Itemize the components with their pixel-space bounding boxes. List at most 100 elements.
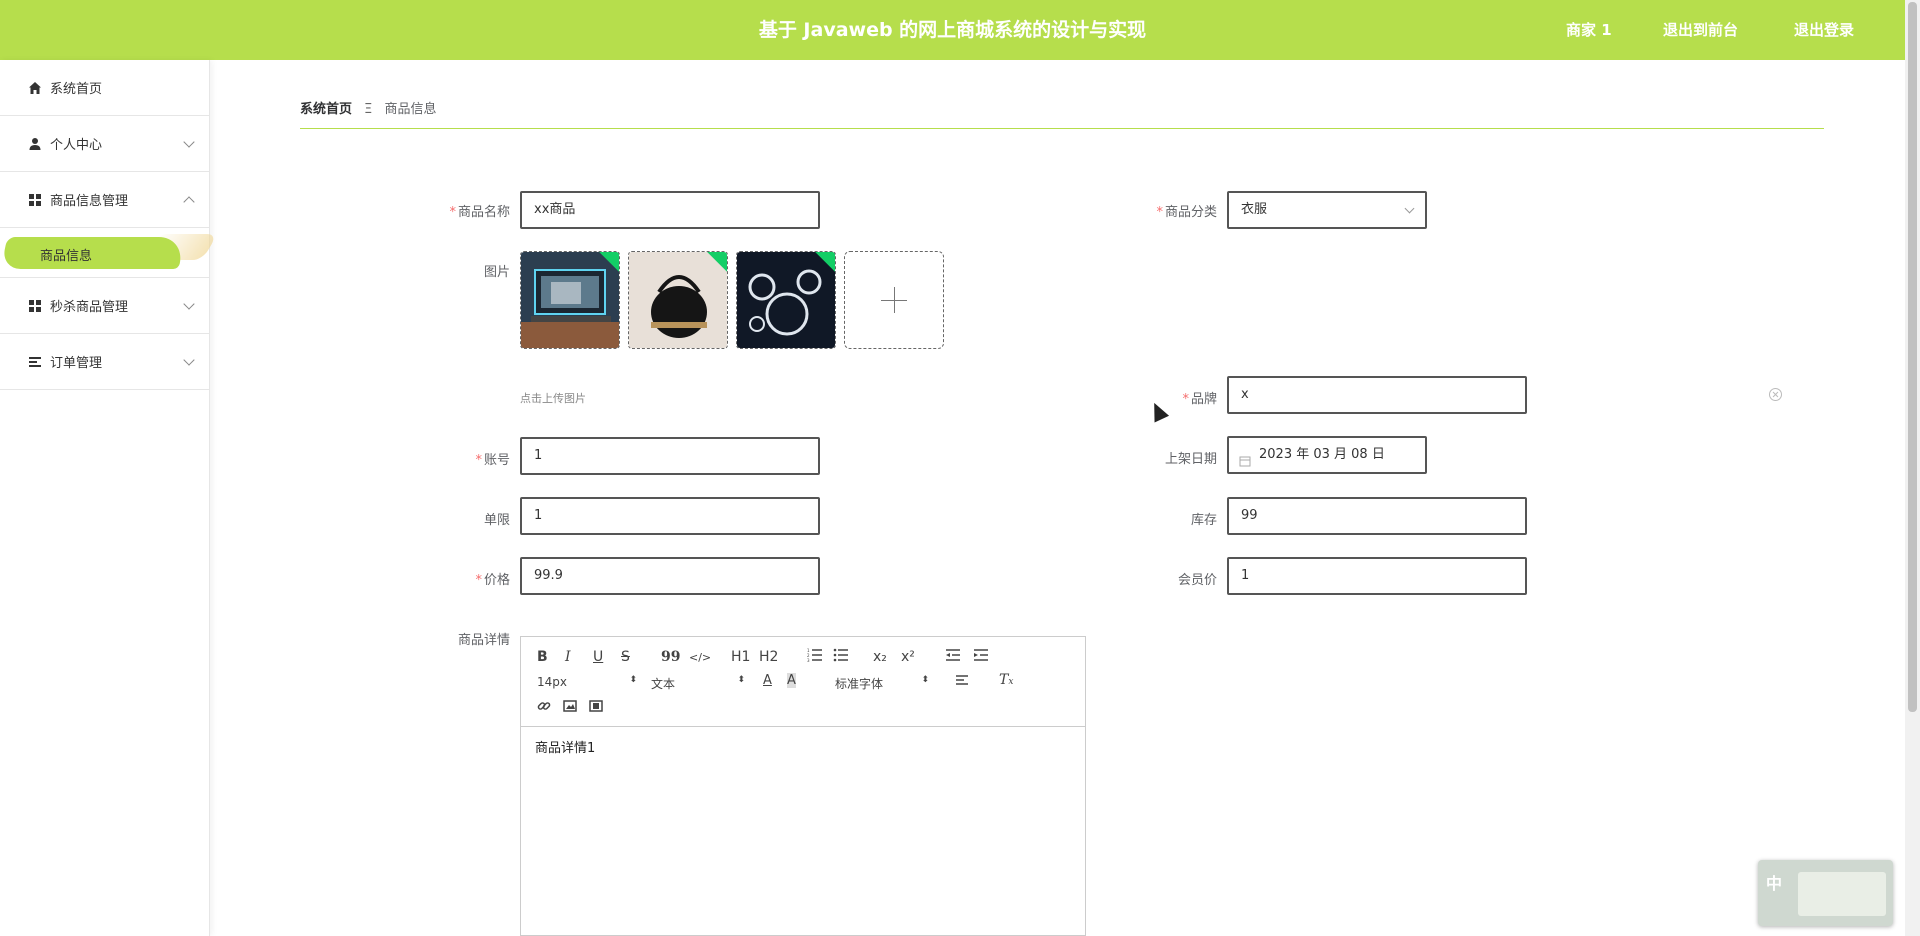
top-header: 基于 Javaweb 的网上商城系统的设计与实现 商家 1 退出到前台 退出登录 <box>0 0 1905 60</box>
chevron-up-icon <box>183 196 195 208</box>
breadcrumb-separator: Ξ <box>364 102 373 117</box>
price-label: * 价格 <box>475 573 510 588</box>
product-name-input[interactable]: xx商品 <box>520 191 820 229</box>
current-user: 商家 1 <box>1566 21 1612 39</box>
date-label: 上架日期 <box>1164 452 1217 467</box>
sidebar-item-label: 个人中心 <box>50 138 103 153</box>
date-value: 2023 年 03 月 08 日 <box>1259 447 1385 462</box>
sidebar-item-orders[interactable]: 订单管理 <box>0 334 209 390</box>
heading1-button[interactable]: H1 <box>731 649 750 665</box>
text-format-select[interactable]: 文本 ⬍ <box>651 675 745 692</box>
user-icon <box>28 137 42 151</box>
font-color-icon[interactable]: A <box>763 673 772 688</box>
category-select[interactable]: 衣服 <box>1227 191 1427 229</box>
bag-photo <box>629 252 727 348</box>
listing-date-picker[interactable]: 2023 年 03 月 08 日 <box>1227 436 1427 474</box>
image-icon[interactable] <box>563 699 577 717</box>
sidebar-item-home[interactable]: 系统首页 <box>0 60 209 116</box>
page-scrollbar[interactable] <box>1905 0 1920 936</box>
select-arrows-icon: ⬍ <box>737 675 746 685</box>
category-selected-value: 衣服 <box>1241 202 1268 217</box>
limit-input[interactable]: 1 <box>520 497 820 535</box>
grid-icon <box>28 193 42 207</box>
uploaded-image-jewelry[interactable] <box>736 251 836 349</box>
uploaded-image-tv[interactable] <box>520 251 620 349</box>
select-arrows-icon: ⬍ <box>921 675 930 685</box>
underline-button[interactable]: U <box>593 649 603 665</box>
grid-icon <box>28 299 42 313</box>
app-title: 基于 Javaweb 的网上商城系统的设计与实现 <box>758 19 1147 41</box>
price-input[interactable]: 99.9 <box>520 557 820 595</box>
bullet-list-icon[interactable] <box>833 648 849 666</box>
indent-icon[interactable] <box>973 648 989 666</box>
editor-toolbar: B I U S 99 </> H1 H2 123 x₂ x² 14px ⬍ 文本 ⬍… <box>521 637 1085 727</box>
ordered-list-icon[interactable]: 123 <box>807 648 823 666</box>
editor-content[interactable]: 商品详情1 <box>535 737 595 756</box>
upload-hint: 点击上传图片 <box>520 392 586 405</box>
strikethrough-button[interactable]: S <box>621 649 630 665</box>
sidebar-subitem-label: 商品信息 <box>40 249 93 264</box>
brand-input[interactable]: x <box>1227 376 1527 414</box>
font-size-value: 14px <box>537 675 567 689</box>
detail-label: 商品详情 <box>457 633 510 648</box>
breadcrumb-home[interactable]: 系统首页 <box>300 102 352 117</box>
tv-photo <box>521 252 619 348</box>
sidebar-item-personal-center[interactable]: 个人中心 <box>0 116 209 172</box>
svg-text:3: 3 <box>807 658 810 662</box>
account-input[interactable]: 1 <box>520 437 820 475</box>
plus-icon-vertical <box>894 287 895 313</box>
name-label: * 商品名称 <box>449 205 510 220</box>
breadcrumb-current: 商品信息 <box>384 102 437 117</box>
font-family-value: 标准字体 <box>835 677 884 691</box>
member-price-input[interactable]: 1 <box>1227 557 1527 595</box>
home-icon <box>28 81 42 95</box>
limit-label: 单限 <box>483 513 510 528</box>
subscript-button[interactable]: x₂ <box>873 649 887 665</box>
clear-format-icon[interactable]: Tx <box>999 672 1013 688</box>
blockquote-button[interactable]: 99 <box>661 649 680 665</box>
breadcrumb-divider <box>300 128 1824 129</box>
code-block-button[interactable]: </> <box>689 651 711 664</box>
ime-decoration <box>1798 872 1886 916</box>
italic-button[interactable]: I <box>565 649 571 665</box>
category-label: * 商品分类 <box>1156 205 1217 220</box>
sidebar: 系统首页 个人中心 商品信息管理 商品信息 秒杀商品管理 订单管理 <box>0 60 218 936</box>
stock-label: 库存 <box>1190 513 1217 528</box>
font-size-select[interactable]: 14px ⬍ <box>537 675 637 689</box>
bold-button[interactable]: B <box>537 649 548 665</box>
sidebar-item-flash-sale[interactable]: 秒杀商品管理 <box>0 278 209 334</box>
outdent-icon[interactable] <box>945 648 961 666</box>
background-color-icon[interactable]: A <box>787 673 796 688</box>
sidebar-item-product-management[interactable]: 商品信息管理 <box>0 172 209 228</box>
image-label: 图片 <box>483 265 510 280</box>
superscript-button[interactable]: x² <box>901 649 915 665</box>
uploaded-image-bag[interactable] <box>628 251 728 349</box>
rich-text-editor[interactable]: B I U S 99 </> H1 H2 123 x₂ x² 14px ⬍ 文本 ⬍… <box>520 636 1086 936</box>
jewelry-photo <box>737 252 835 348</box>
video-icon[interactable] <box>589 699 603 717</box>
back-to-front-link[interactable]: 退出到前台 <box>1663 0 1738 60</box>
breadcrumb: 系统首页 Ξ 商品信息 <box>300 98 437 117</box>
link-icon[interactable] <box>537 699 551 717</box>
font-family-select[interactable]: 标准字体 ⬍ <box>835 675 929 692</box>
text-format-value: 文本 <box>651 677 676 691</box>
chevron-down-icon <box>183 136 195 148</box>
add-image-button[interactable] <box>844 251 944 349</box>
chevron-down-icon <box>1404 203 1415 214</box>
active-highlight <box>0 237 186 269</box>
sidebar-item-label: 商品信息管理 <box>50 194 129 209</box>
heading2-button[interactable]: H2 <box>759 649 778 665</box>
logout-link[interactable]: 退出登录 <box>1794 0 1854 60</box>
chevron-down-icon <box>183 354 195 366</box>
stock-input[interactable]: 99 <box>1227 497 1527 535</box>
sidebar-item-label: 订单管理 <box>50 356 103 371</box>
select-arrows-icon: ⬍ <box>629 675 637 685</box>
sidebar-subitem-product-info[interactable]: 商品信息 <box>0 228 218 278</box>
list-icon <box>28 355 42 369</box>
align-left-icon[interactable] <box>955 674 969 690</box>
calendar-icon <box>1239 447 1251 467</box>
ime-widget[interactable]: 中 <box>1758 860 1893 926</box>
clear-icon[interactable] <box>1769 388 1782 401</box>
scrollbar-thumb[interactable] <box>1908 2 1917 712</box>
ime-language-indicator: 中 <box>1766 874 1783 893</box>
